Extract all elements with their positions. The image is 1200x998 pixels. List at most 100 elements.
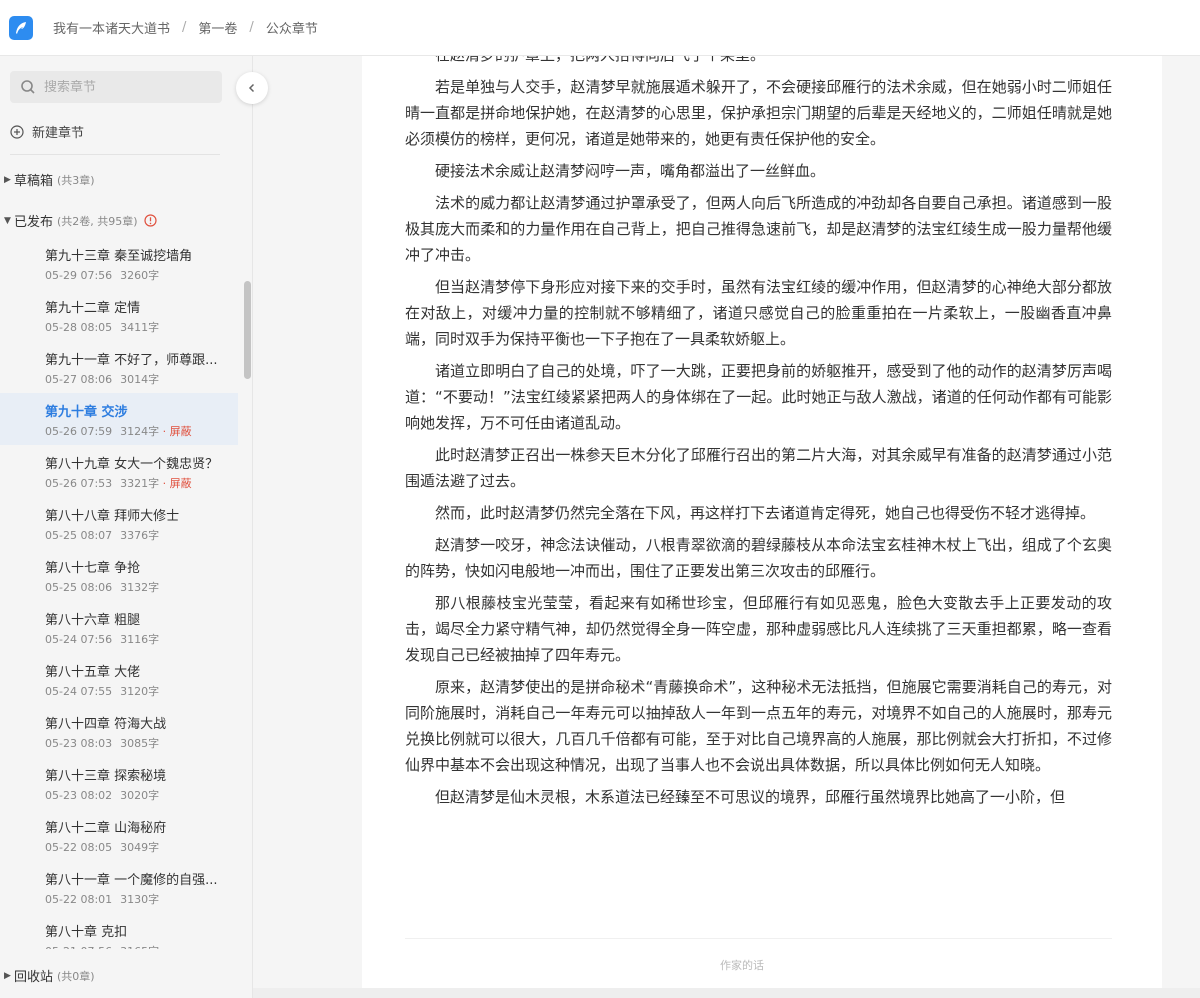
app-logo-icon[interactable] xyxy=(9,15,33,40)
content-paragraph: 诸道立即明白了自己的处境，吓了一大跳，正要把身前的娇躯推开，感受到了他的动作的赵… xyxy=(405,362,1112,432)
chapter-item[interactable]: 第八十章 克扣 05-21 07:56 3165字 xyxy=(0,913,238,949)
drafts-label: 草稿箱 xyxy=(14,174,54,189)
caret-right-icon: ▶ xyxy=(4,970,11,981)
chapter-meta: 05-23 08:03 3085字 xyxy=(45,735,238,751)
chapter-meta: 05-25 08:07 3376字 xyxy=(45,527,238,543)
chapter-word-count: 3014字 xyxy=(120,373,160,386)
editor-panel: 在赵清梦的护罩上，把两人抬得向后飞了个莱里。若是单独与人交手，赵清梦早就施展遁术… xyxy=(362,56,1162,988)
published-count: (共2卷, 共95章) xyxy=(57,214,138,228)
chapter-meta: 05-27 08:06 3014字 xyxy=(45,371,238,387)
chapter-title: 第九十二章 定情 xyxy=(45,301,141,316)
content-paragraph: 原来，赵清梦使出的是拼命秘术“青藤换命术”，这种秘术无法抵挡，但施展它需要消耗自… xyxy=(405,678,1112,774)
chapter-word-count: 3116字 xyxy=(120,633,160,646)
chapter-word-count: 3376字 xyxy=(120,529,160,542)
warning-icon[interactable] xyxy=(143,214,157,227)
chapter-date: 05-25 08:07 xyxy=(45,529,113,542)
chapter-item[interactable]: 第九十章 交涉 05-26 07:59 3124字 · 屏蔽 xyxy=(0,393,238,445)
chapter-date: 05-26 07:53 xyxy=(45,477,113,490)
content-paragraph: 法术的威力都让赵清梦通过护罩承受了，但两人向后飞所造成的冲劲却各自要自己承担。诸… xyxy=(405,194,1112,264)
author-note-button[interactable]: 作家的话 xyxy=(362,957,1122,973)
chapter-item[interactable]: 第八十四章 符海大战 05-23 08:03 3085字 xyxy=(0,705,238,757)
breadcrumb-section[interactable]: 公众章节 xyxy=(266,18,318,37)
chapter-item[interactable]: 第八十九章 女大一个魏忠贤？ 05-26 07:53 3321字 · 屏蔽 xyxy=(0,445,238,497)
chapter-item[interactable]: 第八十五章 大佬 05-24 07:55 3120字 xyxy=(0,653,238,705)
plus-circle-icon xyxy=(10,124,24,139)
chapter-title: 第九十章 交涉 xyxy=(45,405,128,420)
chapter-item[interactable]: 第九十三章 秦至诚挖墙角 05-29 07:56 3260字 xyxy=(0,237,238,289)
collapse-sidebar-button[interactable] xyxy=(236,72,268,104)
chapter-title: 第八十六章 粗腿 xyxy=(45,613,141,628)
search-input[interactable] xyxy=(44,79,214,95)
chapter-date: 05-24 07:55 xyxy=(45,685,113,698)
breadcrumb-separator: / xyxy=(249,20,254,35)
chapter-date: 05-26 07:59 xyxy=(45,425,113,438)
chapter-meta: 05-24 07:56 3116字 xyxy=(45,631,238,647)
chapter-item[interactable]: 第八十三章 探索秘境 05-23 08:02 3020字 xyxy=(0,757,238,809)
breadcrumb-separator: / xyxy=(182,20,187,35)
content-paragraph: 若是单独与人交手，赵清梦早就施展遁术躲开了，不会硬接邱雁行的法术余威，但在她弱小… xyxy=(405,78,1112,148)
chapter-title: 第八十五章 大佬 xyxy=(45,665,141,680)
new-chapter-button[interactable]: 新建章节 xyxy=(10,122,84,141)
chapter-date: 05-25 08:06 xyxy=(45,581,113,594)
recycle-label: 回收站 xyxy=(14,970,54,985)
chapter-meta: 05-29 07:56 3260字 xyxy=(45,267,238,283)
chapter-date: 05-23 08:03 xyxy=(45,737,113,750)
chapter-item[interactable]: 第九十一章 不好了，师尊跟... 05-27 08:06 3014字 xyxy=(0,341,238,393)
breadcrumb-book[interactable]: 我有一本诸天大道书 xyxy=(53,18,170,37)
chapter-meta: 05-28 08:05 3411字 xyxy=(45,319,238,335)
chapter-meta: 05-21 07:56 3165字 xyxy=(45,943,238,949)
drafts-group-header[interactable]: ▶ 草稿箱 (共3章) xyxy=(4,170,95,190)
content-paragraph: 赵清梦一咬牙，神念法诀催动，八根青翠欲滴的碧绿藤枝从本命法宝玄桂神木杖上飞出，组… xyxy=(405,536,1112,580)
chapter-item[interactable]: 第八十七章 争抢 05-25 08:06 3132字 xyxy=(0,549,238,601)
chapter-word-count: 3049字 xyxy=(120,841,160,854)
blocked-badge: · 屏蔽 xyxy=(162,425,192,438)
blocked-badge: · 屏蔽 xyxy=(162,477,192,490)
chapter-title: 第九十一章 不好了，师尊跟... xyxy=(45,353,218,368)
breadcrumb-volume[interactable]: 第一卷 xyxy=(198,18,237,37)
chapter-date: 05-24 07:56 xyxy=(45,633,113,646)
sidebar-scrollbar[interactable] xyxy=(244,281,251,379)
chapter-title: 第八十四章 符海大战 xyxy=(45,717,167,732)
chapter-date: 05-22 08:05 xyxy=(45,841,113,854)
chapter-word-count: 3165字 xyxy=(120,945,159,949)
content-paragraph: 但当赵清梦停下身形应对接下来的交手时，虽然有法宝红绫的缓冲作用，但赵清梦的心神绝… xyxy=(405,278,1112,348)
chapter-word-count: 3132字 xyxy=(120,581,160,594)
chapter-meta: 05-22 08:05 3049字 xyxy=(45,839,238,855)
chapter-word-count: 3124字 xyxy=(120,425,160,438)
chapter-word-count: 3020字 xyxy=(120,789,160,802)
chapter-item[interactable]: 第八十八章 拜师大修士 05-25 08:07 3376字 xyxy=(0,497,238,549)
published-label: 已发布 xyxy=(14,215,54,230)
chapter-meta: 05-26 07:53 3321字 · 屏蔽 xyxy=(45,475,238,491)
chapter-list: 第九十三章 秦至诚挖墙角 05-29 07:56 3260字第九十二章 定情 05-2… xyxy=(0,237,238,949)
chapter-item[interactable]: 第八十一章 一个魔修的自强... 05-22 08:01 3130字 xyxy=(0,861,238,913)
breadcrumb: 我有一本诸天大道书 / 第一卷 / 公众章节 xyxy=(53,18,318,37)
divider xyxy=(405,938,1112,939)
recycle-group-header[interactable]: ▶ 回收站 (共0章) xyxy=(4,966,95,986)
search-box[interactable] xyxy=(10,71,222,103)
chapter-date: 05-23 08:02 xyxy=(45,789,113,802)
content-paragraph: 然而，此时赵清梦仍然完全落在下风，再这样打下去诸道肯定得死，她自己也得受伤不轻才… xyxy=(435,504,1096,522)
drafts-count: (共3章) xyxy=(57,173,95,187)
content-paragraph: 此时赵清梦正召出一株参天巨木分化了邱雁行召出的第二片大海，对其余威早有准备的赵清… xyxy=(405,446,1112,490)
top-bar: 我有一本诸天大道书 / 第一卷 / 公众章节 xyxy=(0,0,1200,56)
chapter-date: 05-22 08:01 xyxy=(45,893,113,906)
chapter-sidebar: 新建章节 ▶ 草稿箱 (共3章) ▼ 已发布 (共2卷, 共95章) 第九十三章… xyxy=(0,56,253,998)
published-group-header[interactable]: ▼ 已发布 (共2卷, 共95章) xyxy=(4,211,157,230)
chapter-word-count: 3130字 xyxy=(120,893,160,906)
feather-icon xyxy=(16,21,26,34)
chapter-meta: 05-23 08:02 3020字 xyxy=(45,787,238,803)
chapter-content-editor[interactable]: 在赵清梦的护罩上，把两人抬得向后飞了个莱里。若是单独与人交手，赵清梦早就施展遁术… xyxy=(405,56,1112,938)
chapter-meta: 05-24 07:55 3120字 xyxy=(45,683,238,699)
caret-down-icon: ▼ xyxy=(4,215,11,226)
chapter-title: 第八十三章 探索秘境 xyxy=(45,769,167,784)
chapter-date: 05-27 08:06 xyxy=(45,373,113,386)
chapter-meta: 05-26 07:59 3124字 · 屏蔽 xyxy=(45,423,238,439)
bottom-strip xyxy=(253,988,1200,998)
chapter-item[interactable]: 第八十二章 山海秘府 05-22 08:05 3049字 xyxy=(0,809,238,861)
chapter-word-count: 3085字 xyxy=(120,737,160,750)
chapter-date: 05-29 07:56 xyxy=(45,269,113,282)
chapter-item[interactable]: 第八十六章 粗腿 05-24 07:56 3116字 xyxy=(0,601,238,653)
chapter-item[interactable]: 第九十二章 定情 05-28 08:05 3411字 xyxy=(0,289,238,341)
chapter-meta: 05-22 08:01 3130字 xyxy=(45,891,238,907)
chapter-title: 第八十九章 女大一个魏忠贤？ xyxy=(45,457,219,472)
